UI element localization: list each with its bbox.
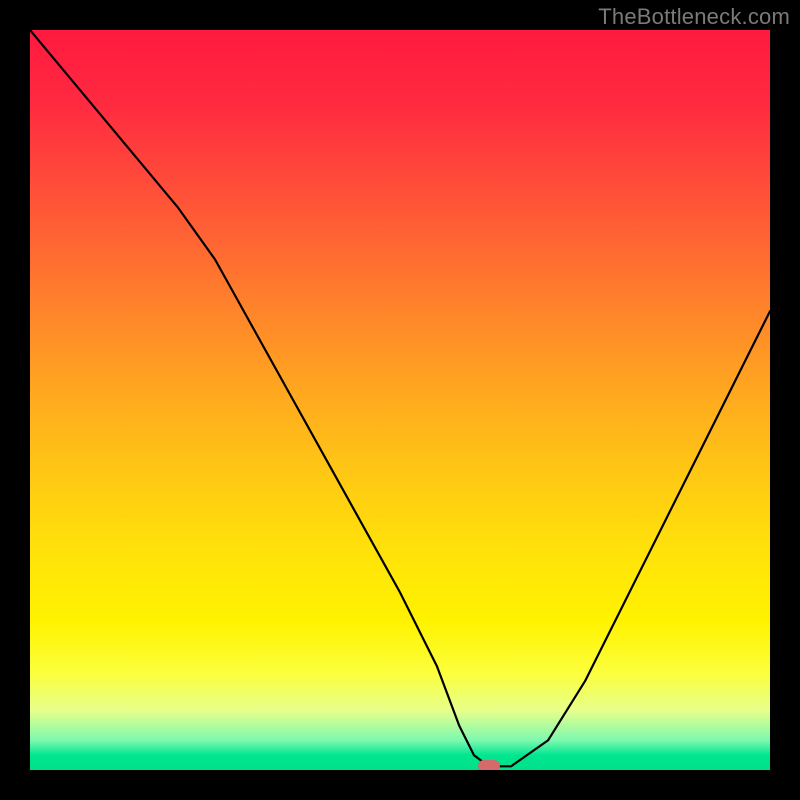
- gradient-plot-area: [30, 30, 770, 770]
- attribution-text: TheBottleneck.com: [598, 4, 790, 30]
- optimum-marker: [478, 760, 500, 770]
- chart-frame: TheBottleneck.com: [0, 0, 800, 800]
- bottleneck-curve: [30, 30, 770, 770]
